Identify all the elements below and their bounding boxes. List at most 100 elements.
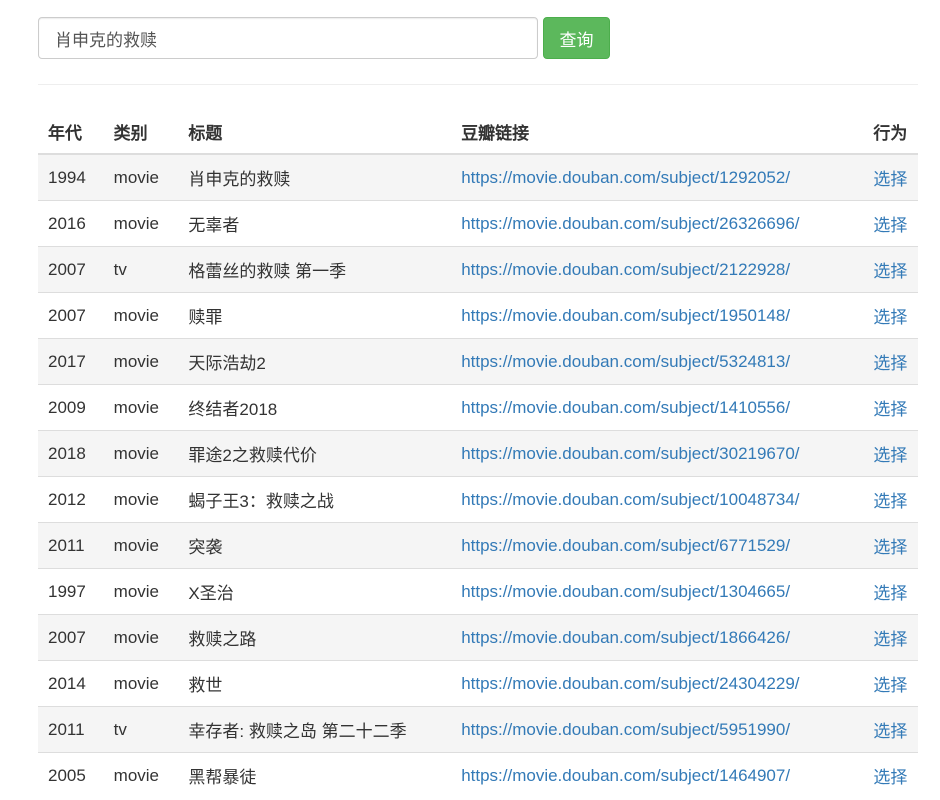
select-link[interactable]: 选择 xyxy=(873,676,907,695)
cell-action: 选择 xyxy=(863,614,918,661)
search-bar: 查询 xyxy=(38,17,610,59)
header-type: 类别 xyxy=(103,109,179,155)
cell-type: movie xyxy=(103,338,179,385)
select-link[interactable]: 选择 xyxy=(873,722,907,741)
search-input[interactable] xyxy=(38,17,538,59)
table-row: 2009 movie 终结者2018 https://movie.douban.com… xyxy=(38,384,918,431)
cell-type: movie xyxy=(103,200,179,247)
select-link[interactable]: 选择 xyxy=(873,584,907,603)
cell-type: movie xyxy=(103,476,179,523)
cell-title: X圣治 xyxy=(178,568,452,615)
cell-year: 2014 xyxy=(38,660,104,707)
page: 查询 年代 类别 标题 豆瓣链接 行为 1994movie肖申克的救赎https… xyxy=(0,0,940,800)
cell-link: https://movie.douban.com/subject/6771529… xyxy=(451,522,864,569)
cell-action: 选择 xyxy=(863,292,918,339)
cell-link: https://movie.douban.com/subject/1292052… xyxy=(451,153,864,201)
douban-link[interactable]: https://movie.douban.com/subject/1464907… xyxy=(461,766,790,785)
header-row: 年代 类别 标题 豆瓣链接 行为 xyxy=(38,109,918,155)
cell-action: 选择 xyxy=(863,384,918,431)
select-link[interactable]: 选择 xyxy=(873,768,907,787)
table-row: 2007 movie 赎罪 https://movie.douban.com/subj… xyxy=(38,292,918,339)
results-table: 年代 类别 标题 豆瓣链接 行为 1994 movie 肖申克的救赎 https://… xyxy=(38,109,918,798)
douban-link[interactable]: https://movie.douban.com/subject/3021967… xyxy=(461,444,799,463)
douban-link[interactable]: https://movie.douban.com/subject/1866426… xyxy=(461,628,790,647)
cell-title: 救世 xyxy=(178,660,452,707)
table-row: 2012 movie 蝎子王3：救赎之战 https://movie.douban.c… xyxy=(38,476,918,523)
cell-year: 2005 xyxy=(38,752,104,798)
table-header: 年代 类别 标题 豆瓣链接 行为 xyxy=(38,109,918,155)
cell-title: 格蕾丝的救赎 第一季 xyxy=(178,246,452,293)
cell-title: 无辜者 xyxy=(178,200,452,247)
select-link[interactable]: 选择 xyxy=(873,400,907,419)
cell-title: 蝎子王3：救赎之战 xyxy=(178,476,452,523)
table-row: 2007 tv 格蕾丝的救赎 第一季 https://movie.douban.com… xyxy=(38,246,918,293)
table-row: 2014 movie 救世 https://movie.douban.com/subj… xyxy=(38,660,918,707)
cell-action: 选择 xyxy=(863,153,918,201)
cell-action: 选择 xyxy=(863,246,918,293)
cell-type: movie xyxy=(103,430,179,477)
cell-year: 1997 xyxy=(38,568,104,615)
cell-type: movie xyxy=(103,153,179,201)
douban-link[interactable]: https://movie.douban.com/subject/2430422… xyxy=(461,674,799,693)
douban-link[interactable]: https://movie.douban.com/subject/5951990… xyxy=(461,720,790,739)
search-button[interactable]: 查询 xyxy=(543,17,610,59)
cell-link: https://movie.douban.com/subject/2122928… xyxy=(451,246,864,293)
cell-title: 罪途2之救赎代价 xyxy=(178,430,452,477)
cell-link: https://movie.douban.com/subject/5324813… xyxy=(451,338,864,385)
select-link[interactable]: 选择 xyxy=(873,308,907,327)
header-action: 行为 xyxy=(863,109,918,155)
cell-year: 2017 xyxy=(38,338,104,385)
select-link[interactable]: 选择 xyxy=(873,630,907,649)
cell-year: 2011 xyxy=(38,706,104,753)
cell-title: 终结者2018 xyxy=(178,384,452,431)
douban-link[interactable]: https://movie.douban.com/subject/2122928… xyxy=(461,260,790,279)
cell-action: 选择 xyxy=(863,200,918,247)
cell-action: 选择 xyxy=(863,338,918,385)
douban-link[interactable]: https://movie.douban.com/subject/2632669… xyxy=(461,214,799,233)
cell-link: https://movie.douban.com/subject/1950148… xyxy=(451,292,864,339)
cell-action: 选择 xyxy=(863,568,918,615)
cell-title: 赎罪 xyxy=(178,292,452,339)
cell-action: 选择 xyxy=(863,706,918,753)
select-link[interactable]: 选择 xyxy=(873,170,907,189)
cell-action: 选择 xyxy=(863,522,918,569)
cell-link: https://movie.douban.com/subject/1866426… xyxy=(451,614,864,661)
cell-action: 选择 xyxy=(863,660,918,707)
header-link: 豆瓣链接 xyxy=(451,109,864,155)
table-row: 2005 movie 黑帮暴徒 https://movie.douban.com/su… xyxy=(38,752,918,798)
select-link[interactable]: 选择 xyxy=(873,354,907,373)
cell-year: 2012 xyxy=(38,476,104,523)
cell-type: movie xyxy=(103,522,179,569)
cell-action: 选择 xyxy=(863,430,918,477)
table-row: 1994 movie 肖申克的救赎 https://movie.douban.com/… xyxy=(38,153,918,201)
cell-year: 2016 xyxy=(38,200,104,247)
cell-type: tv xyxy=(103,706,179,753)
select-link[interactable]: 选择 xyxy=(873,262,907,281)
cell-link: https://movie.douban.com/subject/1304665… xyxy=(451,568,864,615)
douban-link[interactable]: https://movie.douban.com/subject/1950148… xyxy=(461,306,790,325)
divider xyxy=(38,84,918,85)
cell-type: movie xyxy=(103,660,179,707)
select-link[interactable]: 选择 xyxy=(873,492,907,511)
table-row: 2016 movie 无辜者 https://movie.douban.com/sub… xyxy=(38,200,918,247)
cell-type: tv xyxy=(103,246,179,293)
douban-link[interactable]: https://movie.douban.com/subject/1410556… xyxy=(461,398,790,417)
douban-link[interactable]: https://movie.douban.com/subject/1304665… xyxy=(461,582,790,601)
select-link[interactable]: 选择 xyxy=(873,446,907,465)
douban-link[interactable]: https://movie.douban.com/subject/1004873… xyxy=(461,490,799,509)
cell-title: 幸存者: 救赎之岛 第二十二季 xyxy=(178,706,452,753)
table-row: 2007 movie 救赎之路 https://movie.douban.com/su… xyxy=(38,614,918,661)
cell-type: movie xyxy=(103,292,179,339)
table-body: 1994 movie 肖申克的救赎 https://movie.douban.com/… xyxy=(38,153,918,798)
douban-link[interactable]: https://movie.douban.com/subject/5324813… xyxy=(461,352,790,371)
cell-year: 2007 xyxy=(38,246,104,293)
cell-title: 突袭 xyxy=(178,522,452,569)
table-row: 2011 movie 突袭 https://movie.douban.com/subj… xyxy=(38,522,918,569)
douban-link[interactable]: https://movie.douban.com/subject/6771529… xyxy=(461,536,790,555)
select-link[interactable]: 选择 xyxy=(873,216,907,235)
table-row: 2011 tv 幸存者: 救赎之岛 第二十二季 https://movie.douba… xyxy=(38,706,918,753)
select-link[interactable]: 选择 xyxy=(873,538,907,557)
douban-link[interactable]: https://movie.douban.com/subject/1292052… xyxy=(461,168,790,187)
cell-type: movie xyxy=(103,384,179,431)
cell-year: 2011 xyxy=(38,522,104,569)
